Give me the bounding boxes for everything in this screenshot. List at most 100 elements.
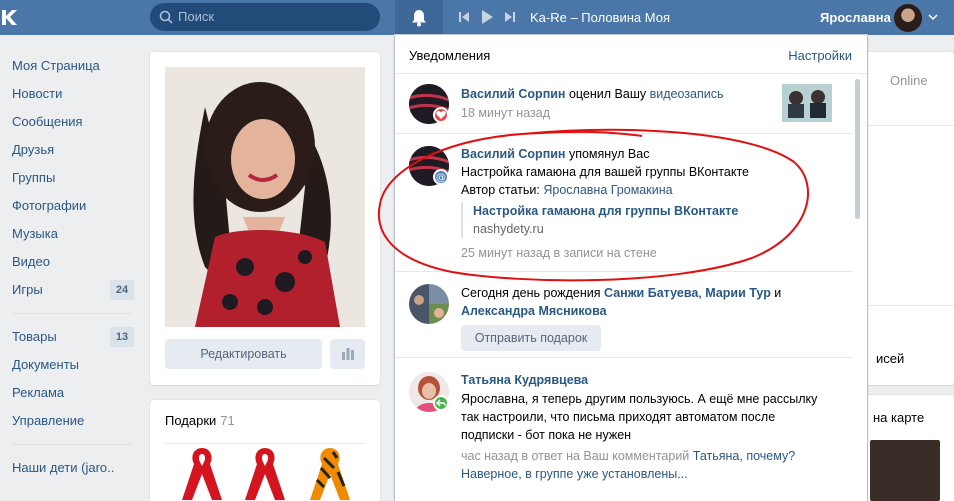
bell-icon bbox=[412, 10, 426, 27]
nav-item-manage[interactable]: Управление bbox=[0, 407, 140, 435]
nav-item-friends[interactable]: Друзья bbox=[0, 136, 140, 164]
notification-reply[interactable]: Татьяна Кудрявцева Ярославна, я теперь д… bbox=[395, 358, 853, 498]
notification-time[interactable]: 25 минут назад в записи на стене bbox=[461, 244, 657, 262]
notification-action: оценил Вашу bbox=[565, 87, 650, 101]
vk-logo-icon[interactable] bbox=[0, 5, 18, 29]
video-thumbnail-image bbox=[782, 84, 832, 122]
header-user-name[interactable]: Ярославна bbox=[820, 10, 891, 25]
profile-card: Редактировать bbox=[150, 52, 380, 385]
nav-label: Друзья bbox=[12, 142, 55, 157]
notification-like[interactable]: Василий Сорпин оценил Вашу видеозапись 1… bbox=[395, 74, 853, 134]
current-track-title[interactable]: Ka-Re – Половина Моя bbox=[530, 10, 670, 25]
profile-photo[interactable] bbox=[165, 67, 365, 327]
right-column-card bbox=[862, 52, 954, 385]
notification-mention[interactable]: @ Василий Сорпин упомянул Вас Настройка … bbox=[395, 134, 853, 272]
search-placeholder: Поиск bbox=[178, 9, 215, 24]
gift-red-ribbon-icon[interactable] bbox=[235, 442, 295, 501]
nav-label: Наши дети (jaro.. bbox=[12, 460, 115, 475]
link-preview-title[interactable]: Настройка гамаюна для группы ВКонтакте bbox=[473, 202, 738, 220]
nav-divider bbox=[12, 444, 132, 445]
edit-profile-button[interactable]: Редактировать bbox=[165, 339, 322, 369]
birthday-avatars bbox=[409, 284, 449, 324]
notifications-popup: Уведомления Настройки Василий Сорпин оце… bbox=[395, 35, 867, 501]
reply-meta-line2: Наверное, в группе уже установлены... bbox=[461, 465, 688, 483]
nav-item-news[interactable]: Новости bbox=[0, 80, 140, 108]
gift-st-george-ribbon-icon[interactable] bbox=[300, 442, 360, 501]
nav-item-ads[interactable]: Реклама bbox=[0, 379, 140, 407]
gifts-header[interactable]: Подарки 71 bbox=[165, 413, 235, 428]
article-author-link[interactable]: Ярославна Громакина bbox=[543, 183, 672, 197]
nav-item-video[interactable]: Видео bbox=[0, 248, 140, 276]
nav-count-badge: 13 bbox=[110, 327, 134, 347]
nav-label: Игры bbox=[12, 282, 43, 297]
nav-label: Управление bbox=[12, 413, 85, 428]
nav-item-goods[interactable]: Товары 13 bbox=[0, 323, 140, 351]
comment-line-1: Ярославна, я теперь другим пользуюсь. А … bbox=[461, 392, 818, 406]
map-photo[interactable] bbox=[870, 440, 940, 501]
nav-item-community[interactable]: Наши дети (jaro.. bbox=[0, 454, 140, 482]
notifications-settings-link[interactable]: Настройки bbox=[788, 48, 852, 63]
video-thumbnail[interactable] bbox=[782, 84, 832, 122]
play-icon[interactable] bbox=[480, 8, 494, 26]
birthday-avatars-image bbox=[409, 284, 449, 324]
comment-link[interactable]: Татьяна, почему? bbox=[693, 449, 795, 463]
nav-label: Реклама bbox=[12, 385, 65, 400]
notification-time: 18 минут назад bbox=[461, 106, 550, 120]
nav-label: Моя Страница bbox=[12, 58, 100, 73]
nav-label: Документы bbox=[12, 357, 80, 372]
nav-item-documents[interactable]: Документы bbox=[0, 351, 140, 379]
nav-item-games[interactable]: Игры 24 bbox=[0, 276, 140, 304]
nav-divider bbox=[12, 313, 132, 314]
comment-continuation-link[interactable]: Наверное, в группе уже установлены... bbox=[461, 467, 688, 481]
reply-badge-icon bbox=[433, 395, 449, 411]
popup-header: Уведомления Настройки bbox=[395, 35, 867, 74]
nav-item-music[interactable]: Музыка bbox=[0, 220, 140, 248]
chevron-down-icon[interactable] bbox=[928, 13, 938, 21]
notification-birthday[interactable]: Сегодня день рождения Санжи Батуева, Мар… bbox=[395, 272, 853, 358]
notification-author[interactable]: Татьяна Кудрявцева bbox=[461, 373, 588, 387]
right-column-text[interactable]: исей bbox=[876, 351, 904, 366]
next-track-icon[interactable] bbox=[504, 9, 516, 25]
right-divider bbox=[865, 305, 954, 306]
nav-item-messages[interactable]: Сообщения bbox=[0, 108, 140, 136]
nav-item-my-page[interactable]: Моя Страница bbox=[0, 52, 140, 80]
comment-line-2: так настроили, что письма приходят автом… bbox=[461, 410, 776, 424]
notification-author[interactable]: Василий Сорпин bbox=[461, 147, 565, 161]
link-preview-domain: nashydety.ru bbox=[473, 222, 544, 236]
separator: и bbox=[770, 286, 782, 300]
notification-post-author: Автор статьи: Ярославна Громакина bbox=[461, 181, 673, 199]
send-gift-button[interactable]: Отправить подарок bbox=[461, 325, 601, 351]
link-preview[interactable]: Настройка гамаюна для группы ВКонтакте n… bbox=[461, 202, 738, 238]
nav-item-groups[interactable]: Группы bbox=[0, 164, 140, 192]
nav-label: Товары bbox=[12, 329, 57, 344]
notification-post-title: Настройка гамаюна для вашей группы ВКонт… bbox=[461, 165, 749, 179]
comment-line-3: подписки - бот пока не нужен bbox=[461, 428, 632, 442]
nav-label: Музыка bbox=[12, 226, 58, 241]
gifts-card: Подарки 71 bbox=[150, 400, 380, 501]
notification-action: упомянул Вас bbox=[565, 147, 650, 161]
stats-button[interactable] bbox=[330, 339, 365, 369]
left-navigation: Моя Страница Новости Сообщения Друзья Гр… bbox=[0, 52, 140, 482]
map-link[interactable]: на карте bbox=[873, 410, 924, 425]
search-field[interactable]: Поиск bbox=[150, 3, 380, 31]
gift-red-ribbon-icon[interactable] bbox=[172, 442, 232, 501]
profile-photo-image bbox=[165, 67, 365, 327]
notification-text: Василий Сорпин оценил Вашу видеозапись bbox=[461, 85, 723, 103]
popup-title: Уведомления bbox=[409, 48, 491, 63]
video-link[interactable]: видеозапись bbox=[650, 87, 724, 101]
nav-item-photos[interactable]: Фотографии bbox=[0, 192, 140, 220]
notifications-bell-button[interactable] bbox=[395, 0, 443, 35]
previous-track-icon[interactable] bbox=[458, 9, 470, 25]
birthday-name-link[interactable]: Марии Тур bbox=[705, 286, 771, 300]
author-prefix: Автор статьи: bbox=[461, 183, 544, 197]
nav-label: Фотографии bbox=[12, 198, 87, 213]
notification-text: Сегодня день рождения Санжи Батуева, Мар… bbox=[461, 284, 821, 320]
header-avatar[interactable] bbox=[894, 4, 922, 32]
reply-meta-prefix: час назад в ответ на Ваш комментарий bbox=[461, 449, 693, 463]
popup-scrollbar[interactable] bbox=[855, 79, 860, 219]
notification-author[interactable]: Василий Сорпин bbox=[461, 87, 565, 101]
birthday-name-link[interactable]: Санжи Батуева bbox=[604, 286, 698, 300]
birthday-name-link[interactable]: Александра Мясникова bbox=[461, 304, 607, 318]
stats-icon bbox=[342, 348, 354, 360]
notification-author-line: Татьяна Кудрявцева bbox=[461, 371, 588, 389]
